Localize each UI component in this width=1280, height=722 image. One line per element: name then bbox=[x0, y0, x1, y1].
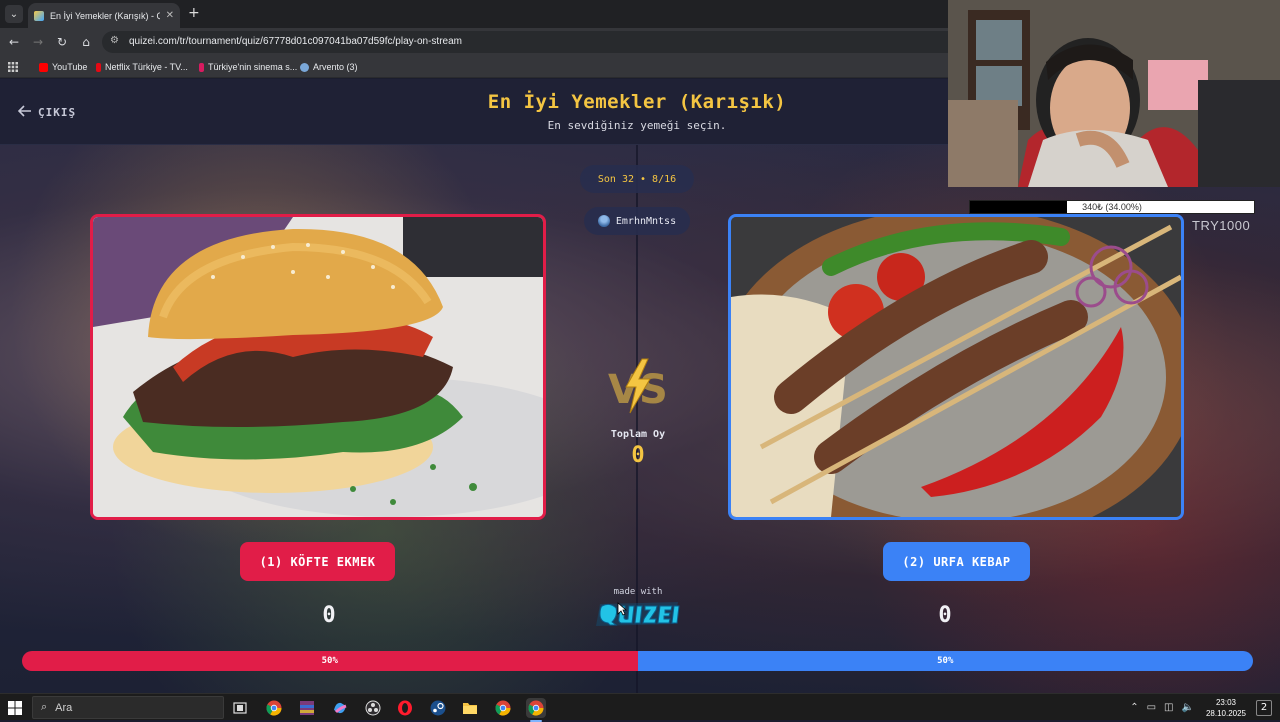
user-badge: EmrhnMntss bbox=[584, 207, 690, 235]
clock-time: 23:03 bbox=[1215, 697, 1236, 707]
apps-grid-icon[interactable] bbox=[8, 61, 18, 73]
right-vote-share: 50% bbox=[637, 651, 1253, 671]
volume-icon[interactable]: 🔈 bbox=[1182, 702, 1194, 713]
browser-navbar: ← → ↻ ⌂ ⚙ quizei.com/tr/tournament/quiz/… bbox=[0, 28, 948, 56]
device-icon[interactable]: ▭ bbox=[1147, 702, 1156, 713]
steam-icon[interactable] bbox=[428, 698, 448, 718]
total-votes-label: Toplam Oy bbox=[610, 429, 666, 440]
youtube-icon bbox=[39, 62, 48, 72]
notification-icon[interactable]: 2 bbox=[1256, 699, 1272, 716]
urfa-kebap-image bbox=[731, 217, 1181, 517]
system-tray: ⌃ ▭ ◫ 🔈 23:03 28.10.2025 2 bbox=[1130, 694, 1280, 721]
home-icon[interactable]: ⌂ bbox=[78, 34, 94, 50]
clock-date: 28.10.2025 bbox=[1205, 708, 1246, 718]
url-text: quizei.com/tr/tournament/quiz/67778d01c0… bbox=[129, 36, 462, 47]
windows-taskbar: ⌕ Ara ⌃ ▭ ◫ 🔈 23:03 28.10.2025 2 bbox=[0, 693, 1280, 722]
copilot-icon[interactable] bbox=[330, 698, 350, 718]
network-icon[interactable]: ◫ bbox=[1164, 702, 1173, 713]
mouse-cursor-icon bbox=[617, 601, 628, 616]
quizei-logo-mark bbox=[596, 602, 680, 626]
clock[interactable]: 23:03 28.10.2025 bbox=[1206, 697, 1246, 719]
cinema-site-icon bbox=[199, 62, 204, 72]
tab-title: En İyi Yemekler (Karışık) - Quize bbox=[50, 10, 160, 21]
bookmark-arvento[interactable]: Arvento (3) bbox=[300, 61, 358, 73]
chrome-profile-icon[interactable] bbox=[493, 698, 513, 718]
webcam-overlay bbox=[948, 0, 1280, 187]
kofte-ekmek-image bbox=[93, 217, 543, 517]
bookmark-netflix[interactable]: Netflix Türkiye - TV... bbox=[96, 61, 188, 73]
vote-progress-bar: 50% 50% bbox=[22, 651, 1253, 671]
bookmark-label: Netflix Türkiye - TV... bbox=[105, 62, 188, 72]
taskbar-search-box[interactable]: ⌕ Ara bbox=[32, 696, 224, 719]
bookmark-label: YouTube bbox=[52, 62, 88, 72]
arvento-icon bbox=[300, 62, 309, 72]
user-avatar-icon bbox=[597, 215, 610, 227]
bookmark-cinema[interactable]: Türkiye'nin sinema s... bbox=[199, 61, 297, 73]
donation-goal-bar: 340₺ (34.00%) bbox=[969, 200, 1255, 214]
forward-icon[interactable]: → bbox=[30, 34, 46, 50]
bookmark-label: Türkiye'nin sinema s... bbox=[208, 62, 298, 72]
donation-goal-target: TRY1000 bbox=[1192, 218, 1251, 233]
bookmark-label: Arvento (3) bbox=[313, 62, 358, 72]
tab-favicon-icon bbox=[34, 10, 44, 21]
left-vote-share: 50% bbox=[22, 651, 638, 671]
vote-right-button[interactable]: (2) URFA KEBAP bbox=[883, 542, 1030, 581]
chrome-active-icon[interactable] bbox=[526, 698, 546, 722]
netflix-icon bbox=[96, 62, 101, 72]
quizei-logo[interactable] bbox=[594, 598, 682, 628]
search-icon: ⌕ bbox=[41, 701, 48, 713]
option-right-image[interactable] bbox=[728, 214, 1184, 520]
task-view-icon[interactable] bbox=[230, 698, 250, 718]
username: EmrhnMntss bbox=[615, 215, 677, 227]
bookmark-youtube[interactable]: YouTube bbox=[39, 61, 87, 73]
back-icon[interactable]: ← bbox=[6, 34, 22, 50]
winrar-icon[interactable] bbox=[297, 698, 317, 718]
new-tab-button[interactable]: + bbox=[188, 5, 200, 21]
right-vote-count: 0 bbox=[938, 603, 952, 628]
site-info-icon[interactable]: ⚙ bbox=[110, 35, 124, 49]
option-left-image[interactable] bbox=[90, 214, 546, 520]
round-badge: Son 32 • 8/16 bbox=[580, 165, 694, 193]
versus-icon: VS bbox=[604, 355, 670, 417]
total-votes-value: 0 bbox=[631, 443, 645, 468]
browser-tabbar: ⌄ En İyi Yemekler (Karışık) - Quize ✕ + bbox=[0, 0, 948, 28]
obs-icon[interactable] bbox=[363, 698, 383, 718]
browser-tab[interactable]: En İyi Yemekler (Karışık) - Quize ✕ bbox=[28, 3, 180, 28]
chrome-icon[interactable] bbox=[264, 698, 284, 718]
webcam-feed bbox=[948, 0, 1280, 187]
windows-start-icon[interactable] bbox=[8, 700, 22, 715]
bookmarks-bar: YouTube Netflix Türkiye - TV... Türkiye'… bbox=[0, 56, 948, 78]
made-with-label: made with bbox=[613, 587, 663, 597]
donation-goal-text: 340₺ (34.00%) bbox=[1082, 202, 1142, 212]
opera-icon[interactable] bbox=[395, 698, 415, 718]
reload-icon[interactable]: ↻ bbox=[54, 34, 70, 50]
vote-left-button[interactable]: (1) KÖFTE EKMEK bbox=[240, 542, 395, 581]
tab-close-icon[interactable]: ✕ bbox=[166, 10, 174, 21]
file-explorer-icon[interactable] bbox=[460, 698, 480, 718]
left-vote-count: 0 bbox=[322, 603, 336, 628]
taskbar-search-placeholder: Ara bbox=[55, 701, 73, 714]
tab-search-button[interactable]: ⌄ bbox=[5, 5, 23, 23]
chevron-up-icon[interactable]: ⌃ bbox=[1130, 702, 1138, 713]
address-bar[interactable]: ⚙ quizei.com/tr/tournament/quiz/67778d01… bbox=[102, 31, 948, 53]
